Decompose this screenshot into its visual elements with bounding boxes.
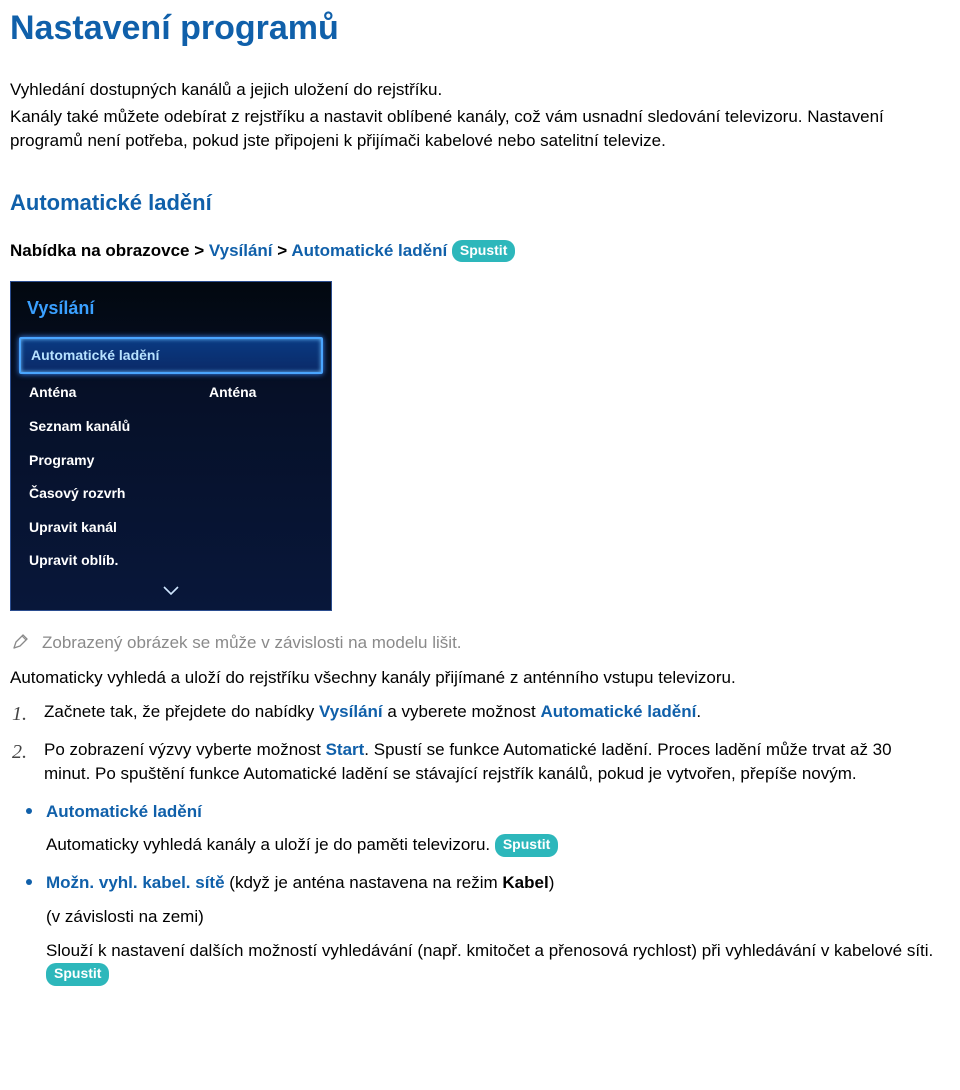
sub-options-list: Automatické ladění Automaticky vyhledá k… (10, 800, 938, 987)
try-now-badge[interactable]: Spustit (452, 240, 515, 263)
try-now-badge[interactable]: Spustit (495, 834, 558, 857)
step1-term-b: Automatické ladění (540, 702, 696, 721)
breadcrumb-a: Vysílání (209, 241, 273, 260)
sub-auto-tune-desc: Automaticky vyhledá kanály a uloží je do… (46, 833, 938, 857)
step-1: Začnete tak, že přejdete do nabídky Vysí… (44, 700, 938, 724)
menu-item-antenna[interactable]: Anténa Anténa (11, 376, 331, 410)
model-note: Zobrazený obrázek se může v závislosti n… (10, 631, 938, 655)
breadcrumb-b: Automatické ladění (291, 241, 447, 260)
step1-text-c: . (696, 702, 701, 721)
step2-text-a: Po zobrazení výzvy vyberte možnost (44, 740, 326, 759)
menu-item-label: Anténa (29, 383, 209, 403)
intro-block: Vyhledání dostupných kanálů a jejich ulo… (10, 78, 938, 153)
chevron-down-icon[interactable] (11, 578, 331, 610)
page-title: Nastavení programů (10, 5, 938, 53)
try-now-badge[interactable]: Spustit (46, 963, 109, 986)
sub-auto-tune-title: Automatické ladění (46, 800, 938, 824)
pencil-icon (12, 634, 28, 650)
sub-cable-desc: Slouží k nastavení dalších možností vyhl… (46, 939, 938, 987)
step1-term-a: Vysílání (319, 702, 383, 721)
breadcrumb: Nabídka na obrazovce > Vysílání > Automa… (10, 239, 938, 263)
sub-cable-title-line: Možn. vyhl. kabel. sítě (když je anténa … (46, 871, 938, 895)
auto-search-desc: Automaticky vyhledá a uloží do rejstříku… (10, 666, 938, 690)
sub-cable-country-note: (v závislosti na zemi) (46, 905, 938, 929)
sub-cable-title: Možn. vyhl. kabel. sítě (46, 873, 225, 892)
tv-menu-title: Vysílání (11, 282, 331, 337)
menu-item-schedule[interactable]: Časový rozvrh (11, 477, 331, 511)
tv-menu-panel: Vysílání Automatické ladění Anténa Antén… (10, 281, 332, 611)
intro-line-1: Vyhledání dostupných kanálů a jejich ulo… (10, 78, 938, 102)
menu-item-label: Automatické ladění (31, 346, 211, 366)
step1-text-a: Začnete tak, že přejdete do nabídky (44, 702, 319, 721)
intro-line-2: Kanály také můžete odebírat z rejstříku … (10, 105, 938, 153)
breadcrumb-root: Nabídka na obrazovce (10, 241, 190, 260)
section-heading: Automatické ladění (10, 188, 938, 219)
menu-item-label: Upravit kanál (29, 518, 209, 538)
sub-auto-tune: Automatické ladění Automaticky vyhledá k… (26, 800, 938, 858)
step-2: Po zobrazení výzvy vyberte možnost Start… (44, 738, 938, 786)
sub-auto-tune-desc-text: Automaticky vyhledá kanály a uloží je do… (46, 835, 495, 854)
steps-list: Začnete tak, že přejdete do nabídky Vysí… (10, 700, 938, 785)
menu-item-edit-fav[interactable]: Upravit oblíb. (11, 544, 331, 578)
sub-cable-mode: Kabel (502, 873, 548, 892)
menu-item-channel-list[interactable]: Seznam kanálů (11, 410, 331, 444)
menu-item-edit-channel[interactable]: Upravit kanál (11, 511, 331, 545)
menu-item-auto-tune[interactable]: Automatické ladění (19, 337, 323, 375)
menu-item-label: Časový rozvrh (29, 484, 209, 504)
breadcrumb-sep: > (277, 241, 291, 260)
menu-item-label: Upravit oblíb. (29, 551, 209, 571)
sub-cable-title-b: (když je anténa nastavena na režim (225, 873, 503, 892)
sub-cable-options: Možn. vyhl. kabel. sítě (když je anténa … (26, 871, 938, 986)
menu-item-value: Anténa (209, 383, 256, 403)
model-note-text: Zobrazený obrázek se může v závislosti n… (42, 631, 462, 655)
menu-item-label: Programy (29, 451, 209, 471)
sub-cable-title-d: ) (549, 873, 555, 892)
step1-text-b: a vyberete možnost (383, 702, 541, 721)
breadcrumb-sep: > (194, 241, 209, 260)
menu-item-guide[interactable]: Programy (11, 444, 331, 478)
menu-item-label: Seznam kanálů (29, 417, 209, 437)
sub-cable-desc-text: Slouží k nastavení dalších možností vyhl… (46, 941, 933, 960)
step2-term: Start (326, 740, 365, 759)
